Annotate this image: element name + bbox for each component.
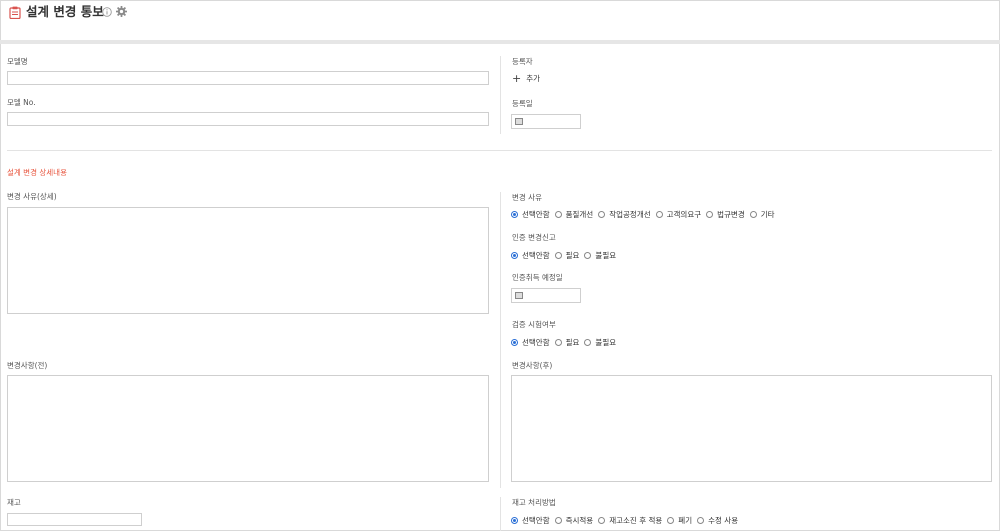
radio-label: 법규변경 bbox=[717, 210, 745, 219]
radio-button[interactable] bbox=[655, 211, 663, 218]
radio-label: 필요 bbox=[565, 251, 580, 260]
section-divider bbox=[7, 150, 992, 151]
verify-option[interactable]: 필요 bbox=[554, 337, 580, 348]
radio-button[interactable] bbox=[554, 211, 562, 218]
add-registrant-button[interactable]: + 추가 bbox=[512, 73, 540, 84]
verify-option[interactable]: 불필요 bbox=[584, 337, 616, 348]
change-reason-option[interactable]: 기타 bbox=[749, 209, 775, 220]
add-button-label: 추가 bbox=[526, 74, 541, 83]
change-reason-radio-group: 선택안함 품질개선 작업공정개선 고객의요구 법규변경 기타 bbox=[511, 209, 780, 220]
radio-button[interactable] bbox=[511, 517, 518, 524]
cert-date-label: 인증취득 예정일 bbox=[512, 273, 563, 282]
radio-button[interactable] bbox=[511, 339, 518, 346]
radio-label: 필요 bbox=[565, 338, 580, 347]
radio-label: 불필요 bbox=[595, 251, 617, 260]
change-reason-detail-label: 변경 사유(상세) bbox=[7, 192, 57, 201]
radio-button[interactable] bbox=[584, 252, 592, 259]
radio-label: 선택안함 bbox=[522, 210, 550, 219]
gear-icon[interactable] bbox=[116, 6, 127, 17]
cert-report-option[interactable]: 선택안함 bbox=[511, 250, 550, 261]
radio-button[interactable] bbox=[706, 211, 714, 218]
section-title: 설계 변경 상세내용 bbox=[7, 168, 67, 177]
verify-option[interactable]: 선택안함 bbox=[511, 337, 550, 348]
radio-button[interactable] bbox=[598, 211, 606, 218]
change-reason-option[interactable]: 작업공정개선 bbox=[598, 209, 651, 220]
before-change-textarea[interactable] bbox=[7, 375, 489, 482]
radio-button[interactable] bbox=[554, 517, 562, 524]
bottom-column-divider bbox=[500, 497, 501, 531]
before-change-label: 변경사항(전) bbox=[7, 361, 48, 370]
stock-method-option[interactable]: 폐기 bbox=[667, 515, 692, 526]
stock-method-label: 재고 처리방법 bbox=[512, 498, 556, 507]
stock-method-option[interactable]: 즉시적용 bbox=[554, 515, 594, 526]
model-no-label: 모델 No. bbox=[7, 98, 36, 107]
verify-label: 검증 시험여부 bbox=[512, 320, 556, 329]
clipboard-icon bbox=[9, 6, 21, 19]
radio-label: 폐기 bbox=[678, 516, 693, 525]
cert-report-label: 인증 변경신고 bbox=[512, 233, 556, 242]
radio-button[interactable] bbox=[511, 252, 518, 259]
change-reason-option[interactable]: 품질개선 bbox=[554, 209, 594, 220]
radio-label: 선택안함 bbox=[522, 516, 550, 525]
calendar-icon bbox=[515, 292, 523, 299]
change-reason-option[interactable]: 고객의요구 bbox=[655, 209, 702, 220]
stock-method-option[interactable]: 재고소진 후 적용 bbox=[598, 515, 662, 526]
cert-report-radio-group: 선택안함 필요 불필요 bbox=[511, 250, 621, 261]
radio-label: 불필요 bbox=[595, 338, 617, 347]
header-divider bbox=[0, 40, 1000, 44]
after-change-label: 변경사항(후) bbox=[512, 361, 553, 370]
stock-method-radio-group: 선택안함 즉시적용 재고소진 후 적용 폐기 수정 사용 bbox=[511, 515, 743, 526]
radio-label: 작업공정개선 bbox=[609, 210, 651, 219]
radio-label: 고객의요구 bbox=[666, 210, 702, 219]
change-reason-option[interactable]: 법규변경 bbox=[706, 209, 745, 220]
detail-column-divider bbox=[500, 192, 501, 488]
radio-button[interactable] bbox=[697, 517, 705, 524]
stock-input[interactable] bbox=[7, 513, 142, 526]
radio-label: 수정 사용 bbox=[708, 516, 739, 525]
verify-radio-group: 선택안함 필요 불필요 bbox=[511, 337, 621, 348]
after-change-textarea[interactable] bbox=[511, 375, 992, 482]
reg-date-input[interactable] bbox=[511, 114, 581, 129]
model-name-label: 모델명 bbox=[7, 57, 28, 66]
stock-method-option[interactable]: 수정 사용 bbox=[697, 515, 738, 526]
stock-method-option[interactable]: 선택안함 bbox=[511, 515, 550, 526]
plus-icon: + bbox=[512, 71, 522, 85]
calendar-icon bbox=[515, 118, 523, 125]
radio-label: 재고소진 후 적용 bbox=[609, 516, 663, 525]
stock-label: 재고 bbox=[7, 498, 21, 507]
registrant-label: 등록자 bbox=[512, 57, 533, 66]
radio-button[interactable] bbox=[598, 517, 606, 524]
info-icon[interactable] bbox=[102, 7, 112, 17]
radio-button[interactable] bbox=[511, 211, 518, 218]
change-reason-detail-textarea[interactable] bbox=[7, 207, 489, 314]
radio-label: 즉시적용 bbox=[565, 516, 594, 525]
cert-report-option[interactable]: 불필요 bbox=[584, 250, 616, 261]
page-header: 설계 변경 통보 bbox=[0, 0, 1000, 41]
top-column-divider bbox=[500, 56, 501, 134]
change-reason-option[interactable]: 선택안함 bbox=[511, 209, 550, 220]
radio-label: 품질개선 bbox=[565, 210, 594, 219]
cert-date-input[interactable] bbox=[511, 288, 581, 303]
model-no-input[interactable] bbox=[7, 112, 489, 126]
radio-label: 기타 bbox=[760, 210, 775, 219]
radio-label: 선택안함 bbox=[522, 338, 550, 347]
radio-button[interactable] bbox=[554, 252, 562, 259]
change-reason-label: 변경 사유 bbox=[512, 193, 542, 202]
radio-button[interactable] bbox=[667, 517, 675, 524]
radio-button[interactable] bbox=[749, 211, 757, 218]
model-name-input[interactable] bbox=[7, 71, 489, 85]
radio-label: 선택안함 bbox=[522, 251, 550, 260]
page-title: 설계 변경 통보 bbox=[26, 4, 104, 19]
cert-report-option[interactable]: 필요 bbox=[554, 250, 580, 261]
radio-button[interactable] bbox=[584, 339, 592, 346]
radio-button[interactable] bbox=[554, 339, 562, 346]
reg-date-label: 등록일 bbox=[512, 99, 533, 108]
